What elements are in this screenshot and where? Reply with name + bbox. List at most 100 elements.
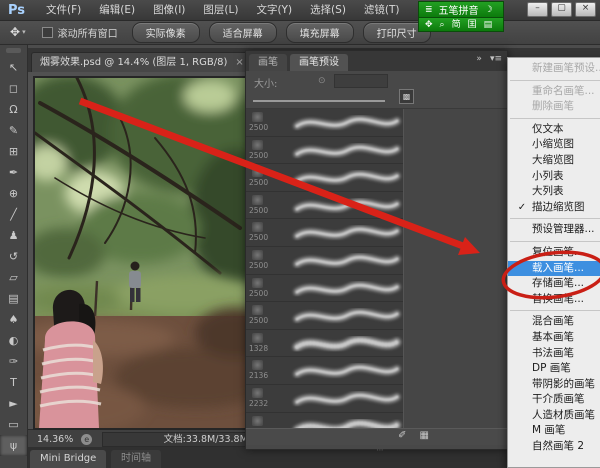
- menubar-item[interactable]: 选择(S): [301, 0, 355, 20]
- size-slider[interactable]: [253, 100, 385, 102]
- dodge-tool-icon[interactable]: ◐: [0, 330, 27, 351]
- marquee-tool-icon[interactable]: ◻: [0, 78, 27, 99]
- brush-tip-icon[interactable]: ▩: [399, 89, 414, 104]
- gradient-tool-icon[interactable]: ▤: [0, 288, 27, 309]
- ime-fullwidth-toggle[interactable]: 囯: [468, 19, 477, 31]
- shape-tool-icon[interactable]: ▭: [0, 414, 27, 435]
- menu-item-drop-shadow-brushes[interactable]: 带阴影的画笔: [508, 377, 600, 393]
- menubar-item[interactable]: 文件(F): [37, 0, 90, 20]
- fill-screen-button[interactable]: 填充屏幕: [286, 22, 354, 43]
- scroll-all-windows-checkbox[interactable]: [42, 27, 53, 38]
- tab-mini-bridge[interactable]: Mini Bridge: [30, 450, 106, 468]
- menu-item-assorted-brushes[interactable]: 混合画笔: [508, 314, 600, 330]
- brush-row[interactable]: 2500: [246, 137, 403, 165]
- menu-item-large-list[interactable]: 大列表: [508, 184, 600, 200]
- menubar-item[interactable]: 滤镜(T): [355, 0, 409, 20]
- eyedropper-tool-icon[interactable]: ✒: [0, 162, 27, 183]
- brush-row[interactable]: 2500: [246, 164, 403, 192]
- menubar-item[interactable]: 文字(Y): [247, 0, 301, 20]
- preset-manager-grid-icon[interactable]: ▦: [420, 430, 429, 441]
- menu-separator[interactable]: [508, 115, 600, 122]
- live-tip-preview-icon[interactable]: ✐: [398, 430, 406, 441]
- menu-item-new-brush-preset[interactable]: 新建画笔预设...: [508, 61, 600, 77]
- brush-row[interactable]: 2232: [246, 385, 403, 413]
- document-tab[interactable]: 烟雾效果.psd @ 14.4% (图层 1, RGB/8) ×: [31, 52, 253, 73]
- panel-menu-icon[interactable]: ▾≡: [490, 54, 502, 64]
- actual-pixels-button[interactable]: 实际像素: [132, 22, 200, 43]
- tab-brush[interactable]: 画笔: [249, 54, 287, 71]
- panel-resize-grip[interactable]: ⋯: [246, 445, 507, 452]
- blur-tool-icon[interactable]: ♠: [0, 309, 27, 330]
- toolbar-collapse-icon[interactable]: [6, 48, 21, 53]
- brush-row[interactable]: 2500: [246, 109, 403, 137]
- menu-item-text-only[interactable]: 仅文本: [508, 122, 600, 138]
- tab-timeline[interactable]: 时间轴: [111, 450, 161, 468]
- menu-item-delete-brush[interactable]: 删除画笔: [508, 99, 600, 115]
- menu-item-m-brushes[interactable]: M 画笔: [508, 423, 600, 439]
- menu-separator[interactable]: [508, 215, 600, 222]
- fit-screen-button[interactable]: 适合屏幕: [209, 22, 277, 43]
- clone-stamp-tool-icon[interactable]: ♟: [0, 225, 27, 246]
- menubar: Ps 文件(F)编辑(E)图像(I)图层(L)文字(Y)选择(S)滤镜(T)3D…: [0, 0, 600, 21]
- brush-row[interactable]: 2500: [246, 247, 403, 275]
- menu-item-dry-media-brushes[interactable]: 干介质画笔: [508, 392, 600, 408]
- menubar-item[interactable]: 图像(I): [144, 0, 194, 20]
- ime-toolbar[interactable]: ≣ 五笔拼音 ☽ ✥⌕简囯▤: [418, 1, 504, 32]
- menu-item-large-thumbnail[interactable]: 大缩览图: [508, 153, 600, 169]
- history-brush-tool-icon[interactable]: ↺: [0, 246, 27, 267]
- ime-hand-icon[interactable]: ✥: [425, 19, 433, 31]
- menu-separator[interactable]: [508, 238, 600, 245]
- ime-keyboard-icon[interactable]: ▤: [484, 19, 493, 31]
- moon-icon[interactable]: ☽: [485, 4, 493, 16]
- menu-item-reset-brushes[interactable]: 复位画笔...: [508, 245, 600, 261]
- path-selection-tool-icon[interactable]: ►: [0, 393, 27, 414]
- menu-item-basic-brushes[interactable]: 基本画笔: [508, 330, 600, 346]
- menu-item-natural-brushes-2[interactable]: 自然画笔 2: [508, 439, 600, 455]
- brush-row[interactable]: 2500: [246, 302, 403, 330]
- ime-magnifier-icon[interactable]: ⌕: [440, 19, 445, 31]
- menu-item-small-list[interactable]: 小列表: [508, 169, 600, 185]
- document-image[interactable]: [33, 76, 249, 430]
- tab-close-icon[interactable]: ×: [235, 53, 243, 73]
- menu-item-faux-finish-brushes[interactable]: 人造材质画笔: [508, 408, 600, 424]
- menu-item-save-brushes[interactable]: 存储画笔...: [508, 276, 600, 292]
- brush-row[interactable]: 2500: [246, 219, 403, 247]
- tab-brush-presets[interactable]: 画笔预设: [290, 54, 348, 71]
- menu-item-load-brushes[interactable]: 载入画笔...: [508, 261, 600, 277]
- chevron-down-icon[interactable]: ▾: [22, 28, 26, 36]
- brush-row[interactable]: 2136: [246, 357, 403, 385]
- menubar-item[interactable]: 图层(L): [194, 0, 247, 20]
- menubar-item[interactable]: 编辑(E): [90, 0, 144, 20]
- brush-row[interactable]: 2500: [246, 275, 403, 303]
- close-button[interactable]: ×: [575, 2, 596, 17]
- panel-collapse-icon[interactable]: »: [476, 54, 482, 64]
- menu-separator[interactable]: [508, 307, 600, 314]
- quick-selection-tool-icon[interactable]: ✎: [0, 120, 27, 141]
- menu-item-replace-brushes[interactable]: 替换画笔...: [508, 292, 600, 308]
- type-tool-icon[interactable]: T: [0, 372, 27, 393]
- ime-simplified-toggle[interactable]: 简: [452, 19, 461, 31]
- zoom-level-field[interactable]: 14.36%: [37, 434, 73, 445]
- menu-item-rename-brush[interactable]: 重命名画笔...: [508, 84, 600, 100]
- minimize-button[interactable]: –: [527, 2, 548, 17]
- menu-item-calligraphic-brushes[interactable]: 书法画笔: [508, 346, 600, 362]
- lasso-tool-icon[interactable]: Ω: [0, 99, 27, 120]
- crop-tool-icon[interactable]: ⊞: [0, 141, 27, 162]
- menu-separator[interactable]: [508, 77, 600, 84]
- move-tool-icon[interactable]: ↖: [0, 57, 27, 78]
- menu-item-dp-brushes[interactable]: DP 画笔: [508, 361, 600, 377]
- menu-item-preset-manager[interactable]: 预设管理器...: [508, 222, 600, 238]
- pen-tool-icon[interactable]: ✑: [0, 351, 27, 372]
- eraser-tool-icon[interactable]: ▱: [0, 267, 27, 288]
- size-value-field[interactable]: [334, 74, 388, 88]
- brush-row[interactable]: 2500: [246, 192, 403, 220]
- hand-tool-icon[interactable]: ψ: [0, 435, 27, 456]
- healing-brush-tool-icon[interactable]: ⊕: [0, 183, 27, 204]
- brush-tool-icon[interactable]: ╱: [0, 204, 27, 225]
- menu-item-small-thumbnail[interactable]: 小缩览图: [508, 137, 600, 153]
- maximize-button[interactable]: ▢: [551, 2, 572, 17]
- brush-row[interactable]: 1328: [246, 330, 403, 358]
- park-photo: [35, 78, 247, 428]
- brush-row[interactable]: 2332: [246, 413, 403, 428]
- menu-item-stroke-thumbnail[interactable]: 描边缩览图: [508, 200, 600, 216]
